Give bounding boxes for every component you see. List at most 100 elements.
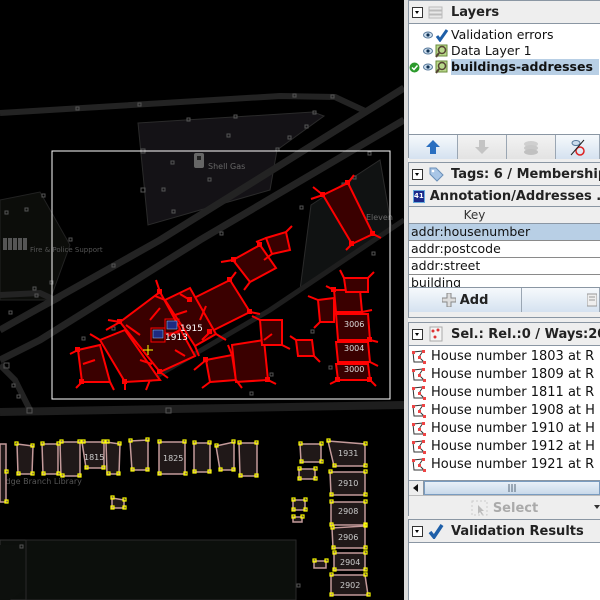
- building: [299, 443, 322, 463]
- building: [16, 443, 34, 475]
- selected-building: [332, 289, 364, 313]
- map-view[interactable]: Shell Gas 7-Eleven Fire & Police Support…: [0, 0, 404, 600]
- way-icon: [412, 368, 426, 382]
- house-number-label: 3004: [344, 344, 364, 353]
- selected-building: [342, 277, 369, 293]
- merge-icon: [523, 141, 538, 155]
- visibility-eye-icon[interactable]: [423, 31, 435, 39]
- map-canvas[interactable]: Shell Gas 7-Eleven Fire & Police Support…: [0, 0, 404, 600]
- data-layer-icon: [435, 60, 451, 74]
- selection-panel: Sel.: Rel.:0 / Ways:20 House number 1803…: [408, 322, 600, 520]
- merge-button[interactable]: [506, 135, 556, 159]
- selection-item[interactable]: House number 1803 at R: [409, 348, 600, 366]
- tag-row[interactable]: building: [409, 275, 600, 287]
- layer-name: Data Layer 1: [451, 43, 532, 58]
- validation-results-list[interactable]: [409, 542, 600, 600]
- selection-list[interactable]: House number 1803 at R House number 1809…: [409, 345, 600, 480]
- road-top[interactable]: [0, 92, 367, 116]
- side-panel: Layers Validation errors Data Layer 1 bu…: [408, 0, 600, 600]
- way-icon: [412, 458, 426, 472]
- select-button[interactable]: Select: [471, 500, 538, 516]
- selection-item[interactable]: House number 1908 at H: [409, 402, 600, 420]
- building: [41, 443, 59, 475]
- tag-row[interactable]: addr:housenumber: [409, 224, 600, 241]
- visibility-eye-icon[interactable]: [423, 63, 435, 71]
- house-number-label: 2908: [338, 507, 358, 516]
- horizontal-scrollbar[interactable]: [409, 480, 600, 495]
- building: [105, 441, 121, 475]
- selected-building: [204, 353, 238, 384]
- layer-item-active[interactable]: buildings-addresses: [409, 59, 600, 75]
- scroll-thumb[interactable]: [424, 481, 600, 495]
- tags-table[interactable]: addr:housenumber addr:postcode addr:stre…: [409, 223, 600, 287]
- validation-header[interactable]: Validation Results: [409, 520, 600, 542]
- tags-title: Tags: 6 / Memberships: [451, 166, 600, 182]
- validation-check-icon: [435, 28, 451, 42]
- layers-icon: [427, 4, 445, 20]
- selection-item[interactable]: House number 1921 at R: [409, 456, 600, 474]
- move-up-button[interactable]: [409, 135, 458, 159]
- selected-building: [230, 338, 270, 384]
- tags-header[interactable]: Tags: 6 / Memberships: [409, 163, 600, 185]
- selection-header[interactable]: Sel.: Rel.:0 / Ways:20: [409, 323, 600, 345]
- house-number-label: 1815: [84, 453, 104, 462]
- layers-list[interactable]: Validation errors Data Layer 1 buildings…: [409, 23, 600, 134]
- collapse-icon[interactable]: [412, 328, 423, 340]
- scroll-left-button[interactable]: [409, 481, 424, 495]
- tags-toolbar: Add: [409, 287, 600, 312]
- building: [215, 441, 235, 471]
- landuse-bottom[interactable]: [0, 545, 25, 600]
- tag-icon: [427, 166, 445, 182]
- way-icon: [412, 422, 426, 436]
- selection-item[interactable]: House number 1811 at R: [409, 384, 600, 402]
- selected-building: [231, 243, 278, 284]
- building: [193, 442, 211, 473]
- key-column-header[interactable]: Key: [464, 208, 486, 222]
- building: [238, 442, 258, 477]
- visibility-eye-icon[interactable]: [423, 47, 435, 55]
- edit-tag-button[interactable]: [522, 288, 600, 312]
- house-number-label: 2904: [340, 558, 360, 567]
- select-cursor-icon: [471, 500, 488, 516]
- plus-icon: [441, 293, 456, 307]
- select-label: Select: [492, 500, 539, 516]
- preset-row[interactable]: 41 Annotation/Addresses ...: [409, 185, 600, 206]
- selection-item[interactable]: House number 1910 at H: [409, 420, 600, 438]
- layer-item[interactable]: Validation errors: [409, 27, 600, 43]
- house-number-label: 3006: [344, 320, 364, 329]
- address-preset-icon: 41: [413, 189, 425, 203]
- add-label: Add: [459, 292, 489, 308]
- collapse-icon[interactable]: [412, 525, 423, 537]
- selection-list-icon: [427, 326, 445, 342]
- building: [129, 439, 149, 471]
- collapse-icon[interactable]: [412, 168, 423, 180]
- landuse-bottom-center[interactable]: [25, 539, 297, 600]
- way-icon: [412, 350, 426, 364]
- layers-header[interactable]: Layers: [409, 1, 600, 23]
- edit-icon: [587, 293, 597, 307]
- collapse-icon[interactable]: [412, 6, 423, 18]
- validation-check-icon: [427, 523, 445, 539]
- toggle-visibility-button[interactable]: [555, 135, 600, 159]
- add-tag-button[interactable]: Add: [409, 288, 523, 312]
- validation-title: Validation Results: [451, 523, 584, 539]
- grip-icon: [508, 484, 516, 492]
- house-number-label: 2906: [338, 533, 358, 542]
- road-bottom[interactable]: [0, 401, 404, 416]
- selected-building: [264, 230, 292, 256]
- house-number-label: 2902: [340, 581, 360, 590]
- tag-row[interactable]: addr:street: [409, 258, 600, 275]
- layer-item[interactable]: Data Layer 1: [409, 43, 600, 59]
- way-icon: [412, 404, 426, 418]
- selection-toolbar: Select: [409, 495, 600, 520]
- selection-item[interactable]: House number 1809 at R: [409, 366, 600, 384]
- data-layer-icon: [435, 44, 451, 58]
- selection-item[interactable]: House number 1912 at H: [409, 438, 600, 456]
- arrow-left-icon: [413, 484, 418, 492]
- move-down-button[interactable]: [457, 135, 507, 159]
- tag-row[interactable]: addr:postcode: [409, 241, 600, 258]
- selection-title: Sel.: Rel.:0 / Ways:20: [451, 326, 600, 342]
- selected-building: [258, 319, 283, 346]
- layer-name: buildings-addresses: [451, 59, 599, 75]
- dropdown-arrow-icon[interactable]: [594, 505, 600, 509]
